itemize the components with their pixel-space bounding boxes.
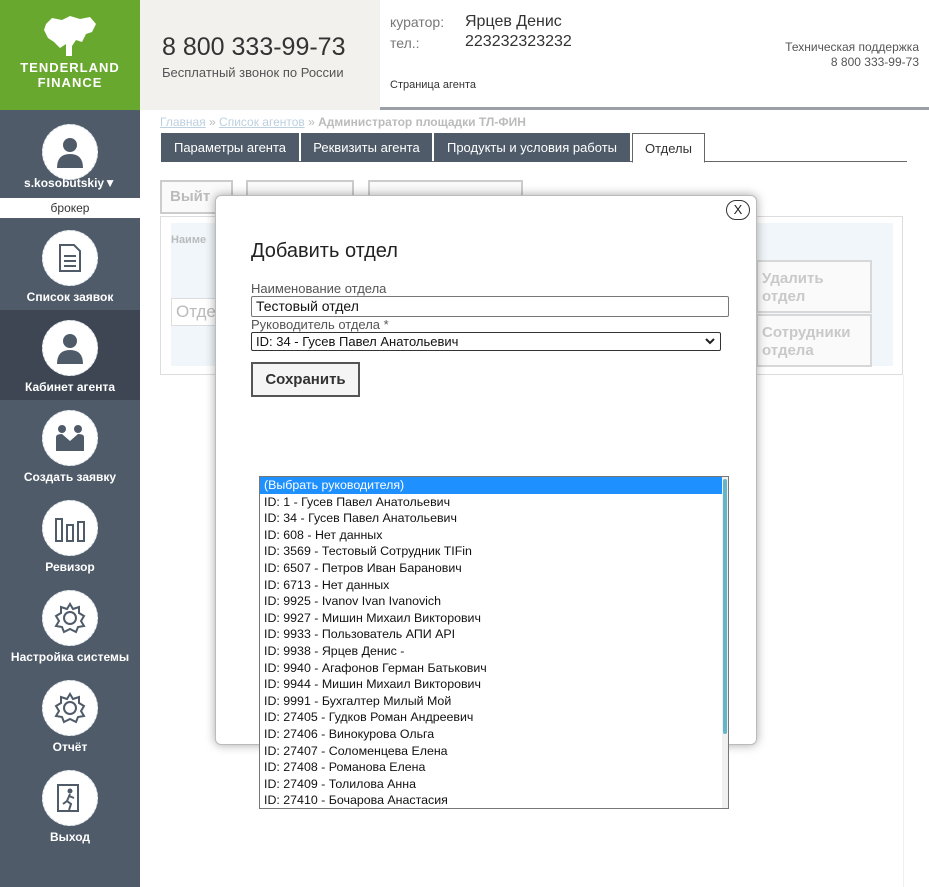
- tab-bar: Параметры агента Реквизиты агента Продук…: [161, 133, 907, 163]
- sidebar-item-agent-cabinet[interactable]: Кабинет агента: [0, 310, 140, 400]
- user-menu[interactable]: s.kosobutskiy▼ брокер: [0, 110, 140, 220]
- sidebar-item-auditor[interactable]: Ревизор: [0, 490, 140, 580]
- gear-icon: [54, 692, 86, 724]
- breadcrumb: Главная » Список агентов » Администратор…: [160, 115, 526, 129]
- russia-map-icon: [44, 16, 96, 56]
- sidebar-item-report[interactable]: Отчёт: [0, 670, 140, 760]
- user-name[interactable]: s.kosobutskiy▼: [0, 176, 140, 190]
- document-icon: [59, 244, 81, 272]
- exit-icon: [57, 784, 79, 812]
- dropdown-option[interactable]: ID: 3569 - Тестовый Сотрудник TIFin: [260, 543, 728, 560]
- dropdown-option[interactable]: ID: 608 - Нет данных: [260, 527, 728, 544]
- dropdown-option[interactable]: ID: 27406 - Винокурова Ольга: [260, 726, 728, 743]
- breadcrumb-sep: »: [205, 115, 220, 129]
- curator-name: Ярцев Денис: [465, 13, 562, 30]
- bar-chart-icon: [55, 518, 85, 542]
- department-name-input[interactable]: Тестовый отдел: [251, 296, 729, 317]
- department-name-label: Наименование отдела: [251, 281, 387, 296]
- dropdown-option[interactable]: ID: 9927 - Мишин Михаил Викторович: [260, 610, 728, 627]
- sidebar-item-label: Список заявок: [26, 290, 114, 304]
- tel-value: 223232323232: [465, 33, 572, 50]
- sidebar-item-requests[interactable]: Список заявок: [0, 220, 140, 310]
- dropdown-option[interactable]: ID: 9938 - Ярцев Денис -: [260, 643, 728, 660]
- delete-department-button[interactable]: Удалить отдел: [756, 260, 872, 313]
- scrollbar-thumb[interactable]: [723, 479, 727, 734]
- curator-label: куратор:: [390, 14, 445, 30]
- scrollbar[interactable]: [722, 477, 728, 808]
- breadcrumb-agents[interactable]: Список агентов: [219, 115, 305, 129]
- dropdown-option[interactable]: ID: 27410 - Бочарова Анастасия: [260, 792, 728, 808]
- modal-title: Добавить отдел: [251, 240, 398, 262]
- handshake-icon: [56, 425, 84, 451]
- sidebar-item-create-request[interactable]: Создать заявку: [0, 400, 140, 490]
- department-head-value: ID: 34 - Гусев Павел Анатольевич: [256, 334, 459, 349]
- department-staff-button[interactable]: Сотрудники отдела: [756, 314, 872, 367]
- sidebar-item-label: Создать заявку: [23, 470, 117, 484]
- tab-agent-params[interactable]: Параметры агента: [161, 133, 299, 162]
- dropdown-option[interactable]: ID: 9933 - Пользователь АПИ API: [260, 626, 728, 643]
- dropdown-option[interactable]: ID: 1 - Гусев Павел Анатольевич: [260, 494, 728, 511]
- support-block: Техническая поддержка 8 800 333-99-73: [785, 40, 919, 70]
- sidebar-item-system-settings[interactable]: Настройка системы: [0, 580, 140, 670]
- dropdown-option[interactable]: ID: 9944 - Мишин Михаил Викторович: [260, 676, 728, 693]
- dropdown-option[interactable]: ID: 9991 - Бухгалтер Милый Мой: [260, 693, 728, 710]
- sidebar-item-label: Настройка системы: [10, 650, 130, 664]
- page-label: Страница агента: [390, 79, 477, 91]
- avatar: [42, 124, 98, 180]
- sidebar-item-label: Кабинет агента: [24, 380, 116, 394]
- department-head-options[interactable]: (Выбрать руководителя) ID: 1 - Гусев Паве…: [259, 476, 729, 809]
- user-icon: [57, 138, 83, 168]
- dropdown-option[interactable]: ID: 6507 - Петров Иван Баранович: [260, 560, 728, 577]
- tab-products[interactable]: Продукты и условия работы: [434, 133, 630, 162]
- dropdown-option[interactable]: ID: 34 - Гусев Павел Анатольевич: [260, 510, 728, 527]
- header: 8 800 333-99-73 Бесплатный звонок по Рос…: [140, 0, 929, 110]
- dropdown-option[interactable]: ID: 27408 - Романова Елена: [260, 759, 728, 776]
- sidebar-item-logout[interactable]: Выход: [0, 760, 140, 850]
- support-label: Техническая поддержка: [785, 40, 919, 54]
- tab-departments[interactable]: Отделы: [632, 133, 705, 163]
- dropdown-option[interactable]: ID: 6713 - Нет данных: [260, 577, 728, 594]
- hotline-note: Бесплатный звонок по России: [162, 65, 344, 80]
- tab-agent-requisites[interactable]: Реквизиты агента: [301, 133, 432, 162]
- sidebar-item-label: Выход: [49, 830, 91, 844]
- dropdown-option[interactable]: ID: 9940 - Агафонов Герман Батькович: [260, 660, 728, 677]
- brand-logo[interactable]: TENDERLAND FINANCE: [0, 0, 140, 110]
- sidebar-item-label: Отчёт: [52, 740, 88, 754]
- dropdown-option[interactable]: ID: 27409 - Толилова Анна: [260, 776, 728, 793]
- sidebar-item-label: Ревизор: [45, 560, 95, 574]
- tel-label: тел.:: [390, 35, 420, 51]
- user-role: брокер: [0, 198, 140, 218]
- dropdown-option[interactable]: (Выбрать руководителя): [260, 477, 728, 494]
- dropdown-option[interactable]: ID: 27405 - Гудков Роман Андреевич: [260, 709, 728, 726]
- dropdown-option[interactable]: ID: 27407 - Соломенцева Елена: [260, 743, 728, 760]
- brand-line2: FINANCE: [37, 75, 103, 90]
- dropdown-option[interactable]: ID: 9925 - Ivanov Ivan Ivanovich: [260, 593, 728, 610]
- chevron-down-icon: [705, 338, 715, 345]
- user-icon: [57, 334, 83, 364]
- sidebar: s.kosobutskiy▼ брокер Список заявок Каби…: [0, 110, 140, 887]
- hotline-phone[interactable]: 8 800 333-99-73: [162, 33, 345, 62]
- department-head-select[interactable]: ID: 34 - Гусев Павел Анатольевич: [251, 332, 721, 351]
- department-head-label: Руководитель отдела *: [251, 317, 389, 332]
- breadcrumb-sep: »: [304, 115, 319, 129]
- support-phone[interactable]: 8 800 333-99-73: [785, 55, 919, 70]
- breadcrumb-home[interactable]: Главная: [160, 115, 206, 129]
- save-button[interactable]: Сохранить: [251, 362, 360, 397]
- close-button[interactable]: X: [726, 200, 750, 220]
- phone-block: 8 800 333-99-73 Бесплатный звонок по Рос…: [140, 0, 380, 110]
- gear-icon: [54, 602, 86, 634]
- breadcrumb-current: Администратор площадки ТЛ-ФИН: [318, 115, 526, 129]
- brand-line1: TENDERLAND: [20, 60, 120, 75]
- column-name-label: Наиме: [171, 234, 207, 246]
